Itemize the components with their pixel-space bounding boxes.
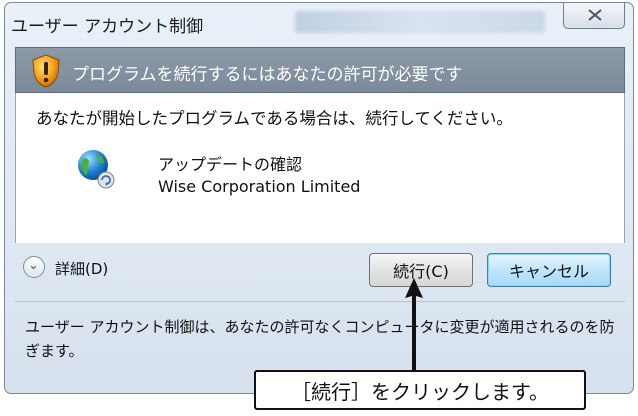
divider [15, 301, 625, 302]
chevron-down-icon: ⌄ [23, 256, 45, 278]
uac-explanation-text: ユーザー アカウント制御は、あなたの許可なくコンピュータに変更が適用されるのを防… [25, 318, 615, 360]
banner-text: プログラムを続行するにはあなたの許可が必要です [72, 65, 463, 85]
blurred-background-window [295, 11, 545, 33]
details-label: 詳細(D) [55, 260, 109, 278]
content-area: あなたが開始したプログラムである場合は、続行してください。 アップデートの確認 … [15, 93, 625, 243]
uac-shield-icon [32, 54, 60, 88]
title-bar: ユーザー アカウント制御 [5, 3, 633, 43]
globe-update-icon [78, 150, 115, 189]
instruction-callout: ［続行］をクリックします。 [254, 370, 586, 410]
close-icon [588, 9, 602, 21]
publisher-name: Wise Corporation Limited [158, 177, 361, 196]
details-toggle[interactable]: ⌄ 詳細(D) [23, 253, 153, 283]
uac-dialog-window: ユーザー アカウント制御 プログラムを続行するにはあなたの許可が必要です あなた… [4, 2, 634, 394]
program-name: アップデートの確認 [158, 155, 303, 174]
instruction-message: あなたが開始したプログラムである場合は、続行してください。 [36, 109, 513, 128]
window-title: ユーザー アカウント制御 [11, 17, 204, 37]
cancel-button[interactable]: キャンセル [487, 253, 611, 287]
permission-banner: プログラムを続行するにはあなたの許可が必要です [15, 47, 625, 93]
pointer-arrow-icon [405, 278, 423, 374]
close-button[interactable] [563, 3, 625, 29]
